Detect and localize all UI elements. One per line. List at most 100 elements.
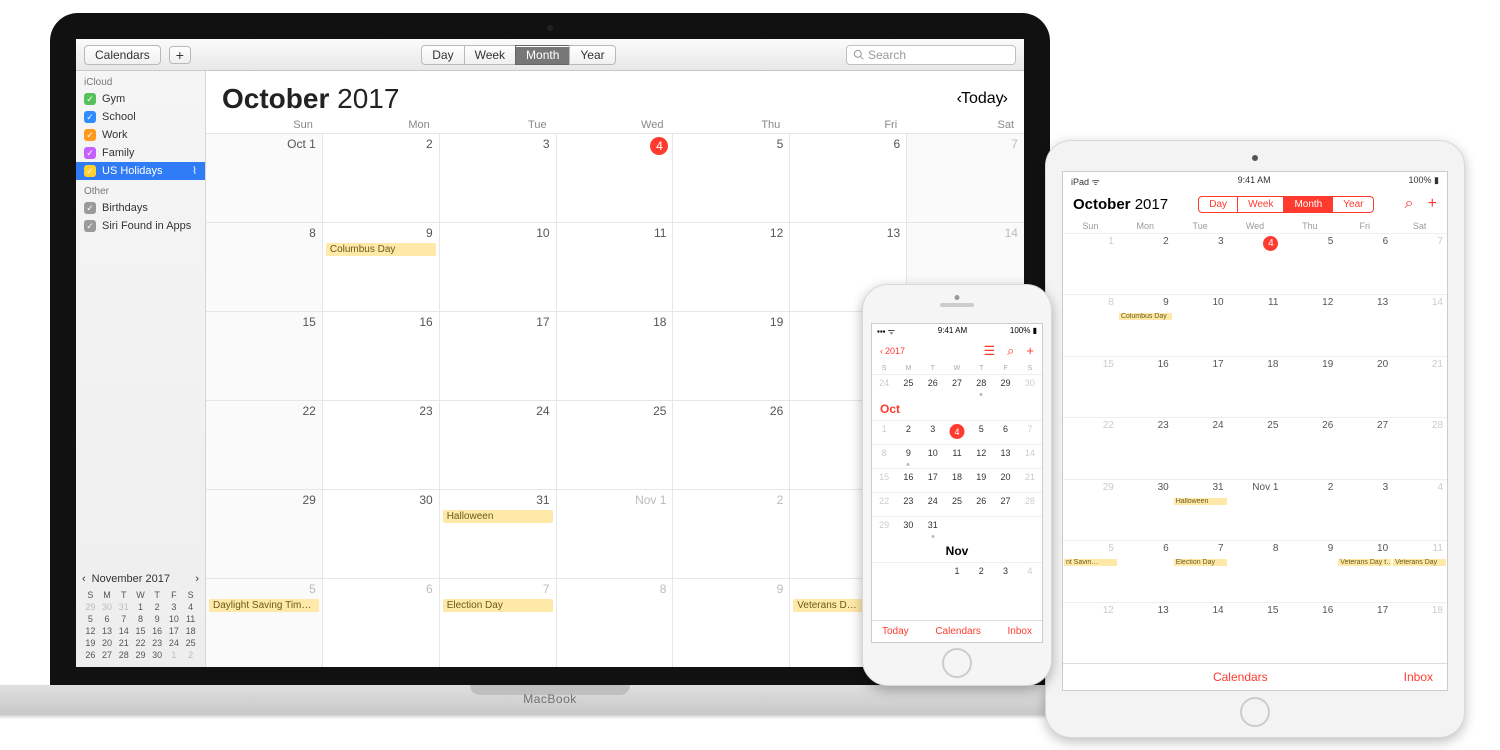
event-chip[interactable]: Election Day bbox=[1174, 559, 1227, 566]
event-chip[interactable]: Columbus Day bbox=[1119, 313, 1172, 320]
day-cell[interactable]: 9 bbox=[1282, 540, 1337, 601]
day-cell[interactable] bbox=[993, 516, 1017, 540]
list-icon[interactable]: ☰ bbox=[983, 343, 995, 359]
day-cell[interactable]: 29 bbox=[993, 374, 1017, 398]
day-cell[interactable]: 8 bbox=[1228, 540, 1283, 601]
day-cell[interactable]: 19 bbox=[1282, 356, 1337, 417]
day-cell[interactable]: 17 bbox=[1337, 602, 1392, 663]
add-icon[interactable]: + bbox=[1026, 343, 1034, 359]
day-cell[interactable]: 4 bbox=[557, 133, 674, 222]
day-cell[interactable]: 9Columbus Day bbox=[1118, 294, 1173, 355]
day-cell[interactable]: 31Halloween bbox=[1173, 479, 1228, 540]
day-cell[interactable]: 5 bbox=[673, 133, 790, 222]
view-segmented[interactable]: DayWeekMonthYear bbox=[1198, 196, 1374, 213]
event-chip[interactable]: Veterans Day bbox=[1393, 559, 1446, 566]
day-cell[interactable]: 26 bbox=[1282, 417, 1337, 478]
event-chip[interactable]: Daylight Saving Time… bbox=[209, 599, 319, 612]
day-cell[interactable]: 17 bbox=[921, 468, 945, 492]
day-cell[interactable]: 30 bbox=[323, 489, 440, 578]
day-cell[interactable]: Nov 1 bbox=[557, 489, 674, 578]
day-cell[interactable]: 3 bbox=[440, 133, 557, 222]
day-cell[interactable]: 19 bbox=[673, 311, 790, 400]
checkbox-icon[interactable]: ✓ bbox=[84, 129, 96, 141]
day-cell[interactable]: 26 bbox=[921, 374, 945, 398]
day-cell[interactable]: 12 bbox=[1282, 294, 1337, 355]
day-cell[interactable]: 17 bbox=[440, 311, 557, 400]
home-button[interactable] bbox=[942, 648, 972, 678]
day-cell[interactable]: 16 bbox=[896, 468, 920, 492]
day-cell[interactable]: 17 bbox=[1173, 356, 1228, 417]
day-cell[interactable]: 2 bbox=[673, 489, 790, 578]
day-cell[interactable]: 23 bbox=[896, 492, 920, 516]
day-cell[interactable]: 16 bbox=[323, 311, 440, 400]
day-cell[interactable]: 25 bbox=[945, 492, 969, 516]
day-cell[interactable]: 15 bbox=[206, 311, 323, 400]
view-segmented[interactable]: DayWeekMonthYear bbox=[421, 45, 615, 65]
day-cell[interactable] bbox=[1018, 516, 1042, 540]
day-cell[interactable]: 4 bbox=[1228, 233, 1283, 294]
event-chip[interactable]: Veterans Day t… bbox=[1338, 559, 1391, 566]
day-cell[interactable]: 12 bbox=[969, 444, 993, 468]
event-chip[interactable]: Columbus Day bbox=[326, 243, 436, 256]
back-button[interactable]: ‹2017 bbox=[880, 346, 905, 356]
day-cell[interactable]: 18 bbox=[1228, 356, 1283, 417]
day-cell[interactable]: 24 bbox=[872, 374, 896, 398]
checkbox-icon[interactable]: ✓ bbox=[84, 93, 96, 105]
checkbox-icon[interactable]: ✓ bbox=[84, 147, 96, 159]
day-cell[interactable]: 29 bbox=[1063, 479, 1118, 540]
day-cell[interactable]: 19 bbox=[969, 468, 993, 492]
day-cell[interactable]: Oct 1 bbox=[206, 133, 323, 222]
view-day[interactable]: Day bbox=[1199, 197, 1238, 212]
day-cell[interactable]: 3 bbox=[1337, 479, 1392, 540]
day-cell[interactable]: 25 bbox=[557, 400, 674, 489]
day-cell[interactable]: 24 bbox=[440, 400, 557, 489]
view-month[interactable]: Month bbox=[1284, 197, 1333, 212]
mini-calendar[interactable]: ‹November 2017› SMTWTFS29303112345678910… bbox=[76, 567, 205, 667]
day-cell[interactable]: 8 bbox=[557, 578, 674, 667]
day-cell[interactable]: 22 bbox=[872, 492, 896, 516]
view-week[interactable]: Week bbox=[464, 45, 516, 65]
day-cell[interactable]: 10 bbox=[1173, 294, 1228, 355]
day-cell[interactable]: 1 bbox=[1063, 233, 1118, 294]
day-cell[interactable]: 30 bbox=[1118, 479, 1173, 540]
day-cell[interactable]: 5Daylight Saving Time… bbox=[206, 578, 323, 667]
day-cell[interactable]: 15 bbox=[1063, 356, 1118, 417]
view-day[interactable]: Day bbox=[421, 45, 464, 65]
day-cell[interactable]: 2 bbox=[1282, 479, 1337, 540]
day-cell[interactable]: 28 bbox=[1392, 417, 1447, 478]
day-cell[interactable]: 15 bbox=[872, 468, 896, 492]
day-cell[interactable]: 24 bbox=[1173, 417, 1228, 478]
day-cell[interactable]: 1 bbox=[945, 562, 969, 586]
bottom-tabs[interactable]: CalendarsInbox bbox=[1063, 663, 1447, 690]
day-cell[interactable]: 2 bbox=[323, 133, 440, 222]
day-cell[interactable] bbox=[896, 562, 920, 586]
day-cell[interactable]: 12 bbox=[673, 222, 790, 311]
day-cell[interactable]: 2 bbox=[969, 562, 993, 586]
day-cell[interactable]: 5 bbox=[969, 420, 993, 444]
view-year[interactable]: Year bbox=[569, 45, 615, 65]
day-cell[interactable]: 20 bbox=[993, 468, 1017, 492]
day-cell[interactable]: 6 bbox=[1118, 540, 1173, 601]
day-cell[interactable]: 8 bbox=[1063, 294, 1118, 355]
month-grid[interactable]: 24252627282930 bbox=[872, 374, 1042, 398]
event-chip[interactable]: nt Savin… bbox=[1064, 559, 1117, 566]
day-cell[interactable]: 25 bbox=[1228, 417, 1283, 478]
day-cell[interactable]: 7 bbox=[1018, 420, 1042, 444]
day-cell[interactable]: 6 bbox=[790, 133, 907, 222]
day-cell[interactable]: 10 bbox=[440, 222, 557, 311]
day-cell[interactable]: 16 bbox=[1118, 356, 1173, 417]
day-cell[interactable]: 11 bbox=[557, 222, 674, 311]
day-cell[interactable]: 18 bbox=[945, 468, 969, 492]
day-cell[interactable]: 20 bbox=[1337, 356, 1392, 417]
search-input[interactable]: Search bbox=[846, 45, 1016, 65]
day-cell[interactable]: 9Columbus Day bbox=[323, 222, 440, 311]
day-cell[interactable]: 25 bbox=[896, 374, 920, 398]
next-button[interactable]: › bbox=[1003, 90, 1008, 108]
day-cell[interactable]: 4 bbox=[1018, 562, 1042, 586]
sidebar-item-birthdays[interactable]: ✓Birthdays bbox=[76, 199, 205, 217]
day-cell[interactable]: 29 bbox=[206, 489, 323, 578]
day-cell[interactable]: 23 bbox=[1118, 417, 1173, 478]
day-cell[interactable]: 31Halloween bbox=[440, 489, 557, 578]
checkbox-icon[interactable]: ✓ bbox=[84, 111, 96, 123]
day-cell[interactable] bbox=[969, 516, 993, 540]
